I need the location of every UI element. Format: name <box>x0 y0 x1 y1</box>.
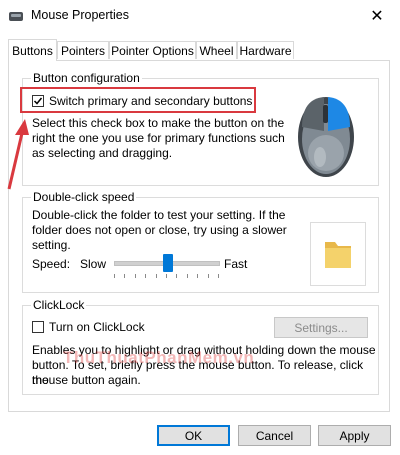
highlight-annotation-box <box>20 87 256 113</box>
double-click-speed-group: Double-click speed Double-click the fold… <box>22 190 379 293</box>
slider-tick <box>166 274 167 278</box>
slow-label: Slow <box>80 257 107 271</box>
clicklock-group: ClickLock Turn on ClickLock Settings... … <box>22 298 379 395</box>
button-configuration-label: Button configuration <box>31 71 142 85</box>
double-click-speed-label: Double-click speed <box>31 190 137 204</box>
cancel-button[interactable]: Cancel <box>238 425 311 446</box>
slider-tick <box>124 274 126 278</box>
slider-tick <box>218 274 219 278</box>
slider-tick <box>197 274 199 278</box>
watermark-text: ThuThuatPhanMem.vn <box>63 348 255 367</box>
tab-pointers[interactable]: Pointers <box>57 41 109 59</box>
tab-wheel[interactable]: Wheel <box>196 41 237 59</box>
slider-tick <box>207 274 209 278</box>
clicklock-group-label: ClickLock <box>31 298 87 312</box>
apply-button[interactable]: Apply <box>318 425 391 446</box>
test-folder-box[interactable] <box>310 222 366 286</box>
switch-description-line-1: Select this check box to make the button… <box>32 116 285 130</box>
tab-hardware[interactable]: Hardware <box>237 41 294 59</box>
speed-slider-thumb[interactable] <box>163 254 174 272</box>
title-bar: Mouse Properties ✕ <box>0 0 400 32</box>
double-click-description-line-3: setting. <box>32 238 71 252</box>
speed-label: Speed: <box>32 257 71 271</box>
slider-tick <box>155 274 157 278</box>
switch-description-line-3: as selecting and dragging. <box>32 146 173 160</box>
double-click-description-line-2: folder does not open or close, try using… <box>32 223 287 237</box>
folder-icon <box>325 242 351 268</box>
slider-tick <box>145 274 147 278</box>
slider-tick <box>186 274 188 278</box>
close-icon[interactable]: ✕ <box>354 0 400 32</box>
fast-label: Fast <box>224 257 248 271</box>
slider-tick <box>176 274 178 278</box>
switch-description-line-2: right the one you use for primary functi… <box>32 131 285 145</box>
ok-button[interactable]: OK <box>157 425 230 446</box>
tab-pointer-options[interactable]: Pointer Options <box>109 41 196 59</box>
double-click-description-line-1: Double-click the folder to test your set… <box>32 208 286 222</box>
clicklock-checkbox[interactable] <box>32 321 44 333</box>
clicklock-description-line-3: mouse button again. <box>32 373 141 387</box>
slider-tick <box>134 274 136 278</box>
slider-tick <box>114 274 115 278</box>
tab-buttons[interactable]: Buttons <box>8 39 57 61</box>
clicklock-settings-button[interactable]: Settings... <box>274 317 368 338</box>
clicklock-toggle-label[interactable]: Turn on ClickLock <box>49 320 145 335</box>
window-title: Mouse Properties <box>31 8 129 22</box>
annotation-arrow-icon <box>7 119 29 190</box>
mouse-illustration <box>298 97 354 177</box>
tab-panel-buttons: Button configuration Switch primary and … <box>7 60 390 412</box>
mouse-properties-app-icon <box>9 12 23 21</box>
